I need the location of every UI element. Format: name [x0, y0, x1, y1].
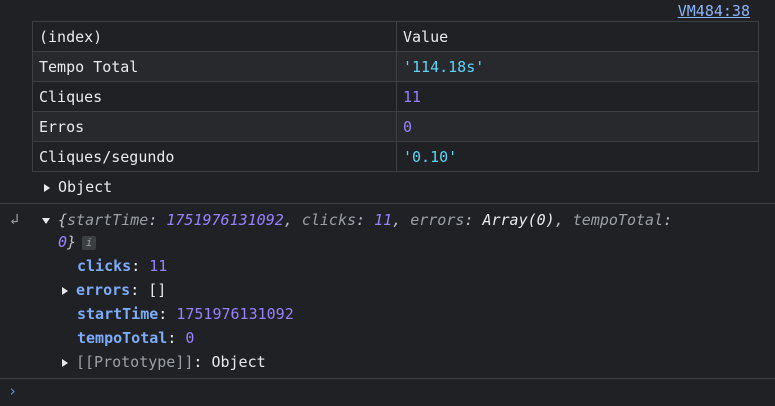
table-cell-index: Tempo Total: [32, 51, 397, 82]
property-key: tempoTotal: [77, 329, 168, 347]
object-preview-line1[interactable]: {startTime: 1751976131092, clicks: 11, e…: [42, 208, 672, 232]
table-cell-value: 11: [396, 81, 759, 112]
table-row: Cliques 11: [32, 81, 759, 112]
preview-key: errors: [410, 211, 465, 229]
expand-triangle-icon[interactable]: [62, 286, 68, 295]
collapsed-object-row[interactable]: Object: [44, 175, 112, 199]
table-header-row: (index) Value: [32, 21, 759, 52]
divider: [0, 378, 775, 379]
preview-value: 1751976131092: [166, 211, 284, 229]
table-cell-index: Cliques: [32, 81, 397, 112]
property-row[interactable]: errors: []: [62, 278, 166, 302]
prototype-row[interactable]: [[Prototype]]: Object: [62, 350, 266, 374]
preview-key: startTime: [67, 211, 149, 229]
table-row: Tempo Total '114.18s': [32, 51, 759, 82]
property-value: 1751976131092: [176, 305, 294, 323]
table-cell-value: '0.10': [396, 141, 759, 172]
preview-key: tempoTotal: [572, 211, 664, 229]
chevron-right-icon[interactable]: ›: [8, 382, 17, 400]
console-table: (index) Value Tempo Total '114.18s' Cliq…: [32, 21, 759, 172]
table-cell-index: Cliques/segundo: [32, 141, 397, 172]
collapse-triangle-icon[interactable]: [42, 217, 50, 224]
property-row: startTime: 1751976131092: [77, 305, 294, 323]
property-value: []: [148, 281, 167, 299]
property-row: tempoTotal: 0: [77, 329, 195, 347]
property-row: clicks: 11: [77, 257, 168, 275]
table-header-index[interactable]: (index): [32, 21, 397, 52]
source-link[interactable]: VM484:38: [678, 1, 750, 21]
expand-triangle-icon[interactable]: [62, 358, 68, 367]
table-row: Erros 0: [32, 111, 759, 142]
property-key: clicks: [77, 257, 132, 275]
preview-brace: {: [58, 211, 68, 229]
property-key: errors: [76, 281, 131, 299]
collapsed-object-label: Object: [58, 178, 113, 196]
return-arrow-icon: ↲: [10, 210, 20, 228]
expand-triangle-icon[interactable]: [44, 183, 50, 192]
preview-value: 11: [374, 211, 393, 229]
table-row: Cliques/segundo '0.10': [32, 141, 759, 172]
table-cell-index: Erros: [32, 111, 397, 142]
divider: [0, 203, 775, 204]
table-cell-value: 0: [396, 111, 759, 142]
prototype-key: [[Prototype]]: [76, 353, 194, 371]
preview-key: clicks: [301, 211, 357, 229]
object-preview-line2: 0} i: [58, 230, 97, 254]
table-header-value[interactable]: Value: [396, 21, 759, 52]
preview-brace: }: [67, 233, 77, 251]
property-value: 11: [149, 257, 168, 275]
preview-value: 0: [58, 233, 68, 251]
property-value: 0: [185, 329, 195, 347]
preview-value: Array(0): [482, 211, 555, 229]
property-key: startTime: [77, 305, 159, 323]
prototype-value: Object: [211, 353, 266, 371]
info-icon[interactable]: i: [82, 235, 97, 250]
table-cell-value: '114.18s': [396, 51, 759, 82]
